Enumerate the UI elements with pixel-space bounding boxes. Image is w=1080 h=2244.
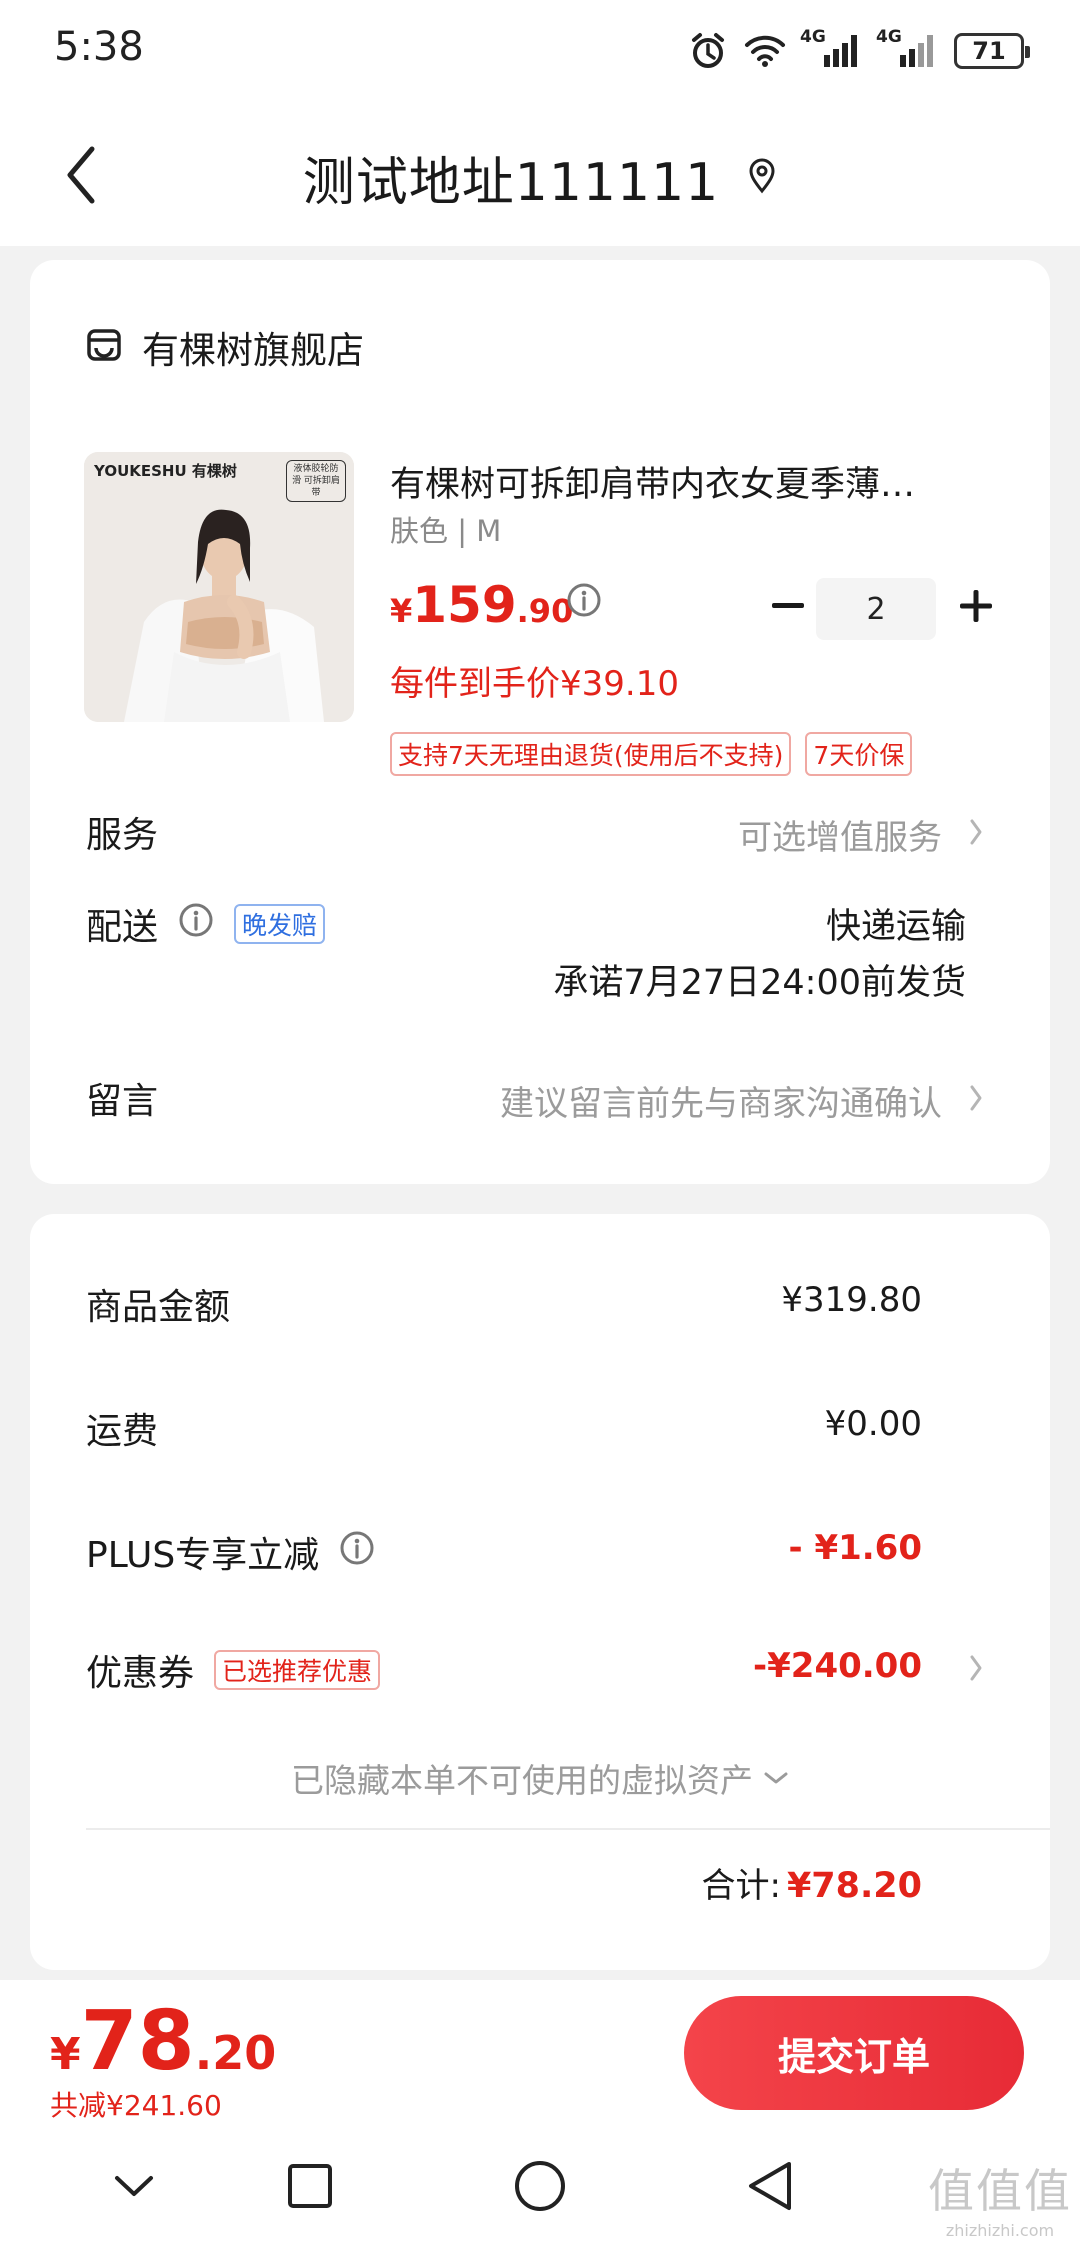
price-decimal: .90 (516, 592, 574, 630)
watermark-logo: 值值值 (928, 2164, 1072, 2218)
chevron-right-icon[interactable] (964, 812, 988, 852)
quantity-decrease-button[interactable] (758, 576, 818, 636)
info-icon[interactable] (566, 582, 602, 618)
coupon-value[interactable]: -¥240.00 (753, 1646, 922, 1686)
service-tags: 支持7天无理由退货(使用后不支持) 7天价保 (390, 732, 913, 776)
checkout-price-decimal: .20 (194, 2026, 277, 2080)
nav-down-icon[interactable] (102, 2154, 166, 2218)
nav-square-icon[interactable] (278, 2154, 342, 2218)
product-image[interactable]: YOUKESHU 有棵树 液体胶轮防滑 可拆卸肩带 (84, 452, 354, 722)
plus-discount-label: PLUS专享立减 (86, 1526, 375, 1578)
coupon-label-text: 优惠券 (86, 1653, 195, 1694)
plus-icon (960, 590, 992, 622)
unit-price: 每件到手价¥39.10 (390, 664, 679, 704)
page-title: 测试地址111111 (302, 153, 720, 213)
signal-icon: 4G (800, 27, 862, 71)
return-policy-tag: 支持7天无理由退货(使用后不支持) (390, 732, 792, 776)
submit-order-button[interactable]: 提交订单 (684, 1996, 1024, 2110)
goods-amount-value: ¥319.80 (781, 1280, 922, 1320)
plus-discount-value: - ¥1.60 (788, 1528, 923, 1568)
total-label: 合计: (701, 1866, 781, 1906)
price-protection-tag: 7天价保 (805, 732, 913, 776)
store-row[interactable]: 有棵树旗舰店 (86, 320, 364, 374)
shipping-value: ¥0.00 (824, 1404, 922, 1444)
order-card: 有棵树旗舰店 YOUKESHU 有棵树 液体胶轮防滑 可拆卸肩带 有棵树可拆卸肩… (30, 260, 1050, 1184)
header: 测试地址111111 (0, 100, 1080, 246)
store-name: 有棵树旗舰店 (142, 329, 364, 372)
nav-back-icon[interactable] (738, 2154, 802, 2218)
checkout-bar: ¥ 78 .20 共减¥241.60 提交订单 (0, 1980, 1080, 2122)
product-price: ¥ 159 .90 (390, 576, 573, 634)
chevron-right-icon[interactable] (964, 1648, 988, 1688)
shipping-label: 运费 (86, 1402, 158, 1454)
goods-amount-label-text: 商品金额 (86, 1287, 231, 1328)
price-summary-card: 商品金额 ¥319.80 运费 ¥0.00 PLUS专享立减 - ¥1.60 优… (30, 1214, 1050, 1970)
signal-icon-2: 4G (876, 27, 938, 71)
goods-amount-label: 商品金额 (86, 1278, 230, 1330)
store-icon (86, 328, 122, 366)
price-integer: 159 (412, 576, 517, 634)
hidden-assets-toggle[interactable]: 已隐藏本单不可使用的虚拟资产 (30, 1754, 1050, 1802)
product-spec[interactable]: 肤色 | M (390, 508, 501, 550)
status-time: 5:38 (54, 24, 144, 70)
total-savings[interactable]: 共减¥241.60 (50, 2084, 222, 2124)
info-icon[interactable] (339, 1530, 375, 1575)
status-bar: 5:38 4G 4G 71 (0, 0, 1080, 100)
checkout-price-symbol: ¥ (50, 2029, 81, 2080)
chevron-down-icon (764, 1772, 788, 1784)
quantity-input[interactable]: 2 (816, 578, 936, 640)
price-symbol: ¥ (390, 592, 413, 630)
late-delivery-compensation-badge: 晚发赔 (234, 904, 326, 944)
recommended-coupon-badge: 已选推荐优惠 (214, 1650, 381, 1690)
order-total: 合计: ¥78.20 (701, 1858, 922, 1907)
chevron-right-icon[interactable] (964, 1078, 988, 1118)
image-badge-text: 液体胶轮防滑 可拆卸肩带 (286, 460, 346, 502)
service-value[interactable]: 可选增值服务 (738, 810, 942, 859)
product-title[interactable]: 有棵树可拆卸肩带内衣女夏季薄… (390, 456, 990, 507)
message-label: 留言 (86, 1081, 159, 1122)
delivery-label: 配送 (86, 907, 159, 948)
delivery-label-group: 配送 晚发赔 (86, 898, 326, 950)
checkout-price-integer: 78 (80, 1994, 195, 2089)
service-label: 服务 (86, 815, 159, 856)
battery-icon: 71 (954, 33, 1030, 69)
minus-icon (772, 603, 804, 608)
checkout-price: ¥ 78 .20 (50, 1994, 276, 2089)
quantity-increase-button[interactable] (946, 576, 1006, 636)
delivery-promise: 承诺7月27日24:00前发货 (553, 963, 966, 1003)
wifi-icon (744, 34, 786, 68)
watermark: 值值值 zhizhizhi.com (928, 2155, 1072, 2240)
location-pin-icon (747, 158, 777, 198)
system-nav-bar: 值值值 zhizhizhi.com (0, 2120, 1080, 2244)
coupon-label[interactable]: 优惠券 已选推荐优惠 (86, 1644, 381, 1696)
message-input[interactable]: 建议留言前先与商家沟通确认 (500, 1076, 942, 1125)
delivery-method[interactable]: 快递运输 (826, 898, 966, 949)
hidden-assets-text: 已隐藏本单不可使用的虚拟资产 (291, 1761, 753, 1800)
status-icons: 4G 4G 71 (688, 26, 1030, 76)
info-icon[interactable] (178, 902, 214, 947)
total-value: ¥78.20 (786, 1866, 922, 1906)
watermark-url: zhizhizhi.com (945, 2221, 1055, 2240)
address-selector[interactable]: 测试地址111111 (0, 140, 1080, 215)
divider (86, 1828, 1050, 1830)
nav-circle-icon[interactable] (508, 2154, 572, 2218)
alarm-icon (688, 31, 728, 71)
plus-discount-label-text: PLUS专享立减 (86, 1535, 320, 1576)
image-brand-text: YOUKESHU 有棵树 (94, 462, 237, 480)
shipping-label-text: 运费 (86, 1411, 159, 1452)
